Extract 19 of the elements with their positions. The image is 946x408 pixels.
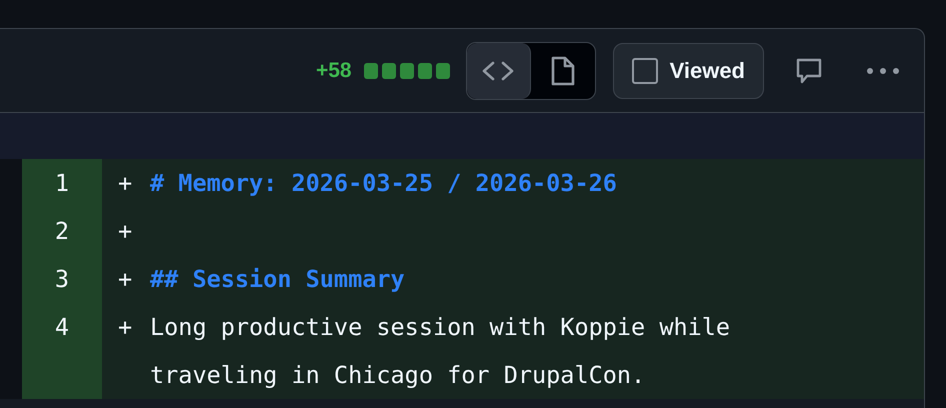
added-line-sign: +	[118, 312, 134, 343]
code-heading: # Memory: 2026-03-25 / 2026-03-26	[150, 168, 618, 199]
more-options-icon[interactable]	[866, 66, 900, 74]
line-number: 2	[54, 217, 70, 245]
additions-count: +58	[316, 58, 352, 82]
code-view-button[interactable]	[466, 42, 532, 98]
line-number: 3	[54, 265, 70, 293]
code-text: Long productive session with Koppie while traveling in Chicago for DrupalCon.	[150, 312, 732, 391]
file-icon	[550, 54, 576, 86]
code-icon	[481, 60, 516, 82]
viewed-button[interactable]: Viewed	[612, 42, 764, 98]
added-line-sign: +	[118, 168, 134, 199]
viewed-checkbox[interactable]	[632, 58, 658, 84]
diffstat-icon	[364, 62, 450, 78]
added-line-sign: +	[118, 216, 134, 247]
line-number: 1	[54, 169, 70, 197]
code-heading: ## Session Summary	[150, 264, 406, 295]
line-number: 4	[54, 313, 70, 341]
added-line-sign: +	[118, 264, 134, 295]
